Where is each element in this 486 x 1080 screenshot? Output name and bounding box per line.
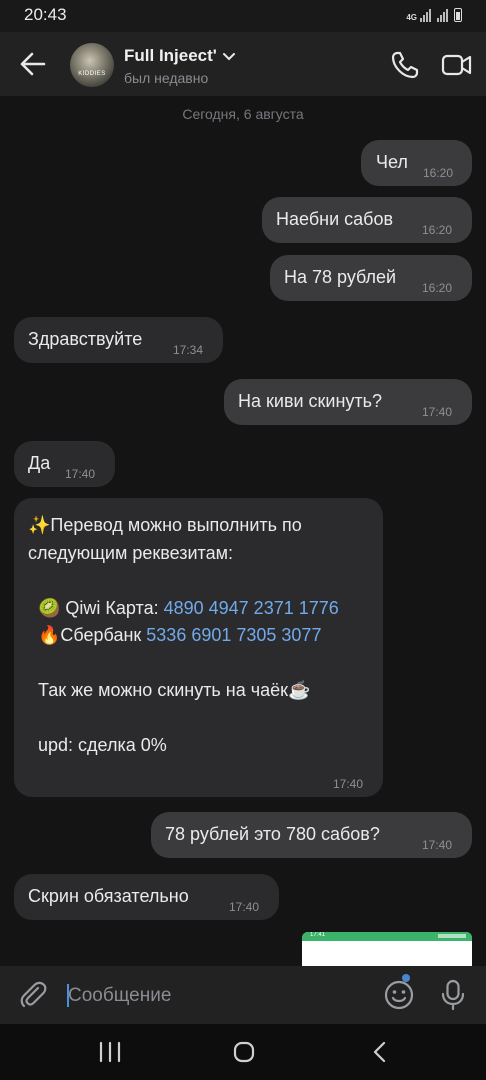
back-chevron-icon	[373, 1041, 386, 1063]
message-time: 17:40	[229, 900, 260, 914]
signal-icon	[420, 9, 431, 22]
screenshot-status-icons	[438, 934, 466, 938]
voice-message-button[interactable]	[438, 979, 468, 1011]
message-bubble[interactable]: На 78 рублей 16:20	[270, 255, 472, 301]
sber-label: 🔥Сбербанк	[28, 625, 147, 645]
message-time: 16:20	[422, 281, 453, 295]
message-composer	[0, 966, 486, 1024]
message-bubble[interactable]: Здравствуйте 17:34	[14, 317, 223, 363]
message-line: upd: сделка 0%	[28, 735, 167, 755]
message-line: ✨Перевод можно выполнить по	[28, 515, 302, 535]
sber-card-number-link[interactable]: 5336 6901 7305 3077	[146, 625, 321, 645]
chat-name-text: Full Injeect'	[124, 46, 217, 65]
recent-apps-icon	[99, 1041, 121, 1063]
chat-status: был недавно	[124, 70, 209, 86]
message-time: 16:20	[423, 166, 454, 180]
message-bubble[interactable]: Скрин обязательно 17:40	[14, 874, 279, 920]
system-navigation-bar	[0, 1024, 486, 1080]
notification-dot	[402, 974, 410, 982]
message-line: Так же можно скинуть на чаёк☕	[28, 680, 311, 700]
message-time: 17:40	[65, 467, 96, 481]
message-bubble[interactable]: Чел 16:20	[361, 140, 472, 186]
qiwi-label: 🥝 Qiwi Карта:	[28, 597, 164, 618]
screenshot-status-bar: 17:41	[302, 932, 472, 941]
signal-icon-2	[437, 9, 448, 22]
chevron-down-icon	[222, 52, 235, 60]
message-text: На 78 рублей	[284, 267, 397, 287]
home-button[interactable]	[232, 1040, 256, 1064]
attach-button[interactable]	[18, 980, 48, 1010]
status-bar: 20:43 4G	[0, 0, 486, 32]
message-time: 17:34	[173, 343, 204, 357]
chat-title[interactable]: Full Injeect'	[124, 46, 235, 66]
message-text: Наебни сабов	[276, 209, 394, 229]
message-text: Чел	[376, 152, 408, 172]
chat-header: KIDDIES Full Injeect' был недавно	[0, 32, 486, 96]
battery-icon	[454, 8, 462, 22]
message-bubble[interactable]: 78 рублей это 780 сабов? 17:40	[151, 812, 472, 858]
home-icon	[233, 1041, 255, 1063]
back-button[interactable]	[18, 50, 50, 78]
status-icons: 4G	[406, 8, 462, 22]
recent-apps-button[interactable]	[98, 1041, 122, 1063]
message-text: Здравствуйте	[28, 329, 143, 349]
message-text: 78 рублей это 780 сабов?	[165, 824, 380, 844]
network-type-label: 4G	[406, 13, 417, 22]
message-time: 17:40	[333, 777, 364, 791]
message-input[interactable]	[66, 976, 370, 1016]
text-cursor	[67, 984, 69, 1007]
message-line: следующим реквезитам:	[28, 542, 233, 563]
call-button[interactable]	[390, 50, 420, 80]
message-time: 16:20	[422, 223, 453, 237]
microphone-icon	[441, 979, 465, 1011]
message-bubble[interactable]: Наебни сабов 16:20	[262, 197, 472, 243]
paperclip-icon	[20, 981, 47, 1008]
video-call-button[interactable]	[441, 51, 473, 79]
arrow-left-icon	[20, 52, 46, 76]
screenshot-time: 17:41	[310, 932, 326, 938]
system-back-button[interactable]	[370, 1040, 390, 1064]
message-text: Скрин обязательно	[28, 886, 189, 906]
screenshot-preview[interactable]: 17:41	[302, 932, 472, 966]
smiley-icon	[384, 980, 414, 1010]
qiwi-card-number-link[interactable]: 4890 4947 2371 1776	[164, 598, 339, 618]
avatar[interactable]: KIDDIES	[70, 43, 114, 87]
message-time: 17:40	[422, 838, 453, 852]
chat-area[interactable]: Сегодня, 6 августа Чел 16:20 Наебни сабо…	[0, 96, 486, 966]
message-bubble[interactable]: На киви скинуть? 17:40	[224, 379, 472, 425]
message-time: 17:40	[422, 405, 453, 419]
payment-details-text: ✨Перевод можно выполнить по следующим ре…	[28, 512, 368, 760]
emoji-button[interactable]	[383, 979, 415, 1011]
video-camera-icon	[441, 54, 472, 76]
message-text: На киви скинуть?	[238, 391, 383, 411]
date-separator: Сегодня, 6 августа	[182, 106, 304, 122]
message-bubble[interactable]: Да 17:40	[14, 441, 115, 487]
phone-icon	[391, 51, 419, 79]
message-text: Да	[28, 453, 51, 473]
status-time: 20:43	[24, 5, 67, 24]
avatar-text: KIDDIES	[78, 71, 106, 77]
message-bubble[interactable]: ✨Перевод можно выполнить по следующим ре…	[14, 498, 383, 797]
